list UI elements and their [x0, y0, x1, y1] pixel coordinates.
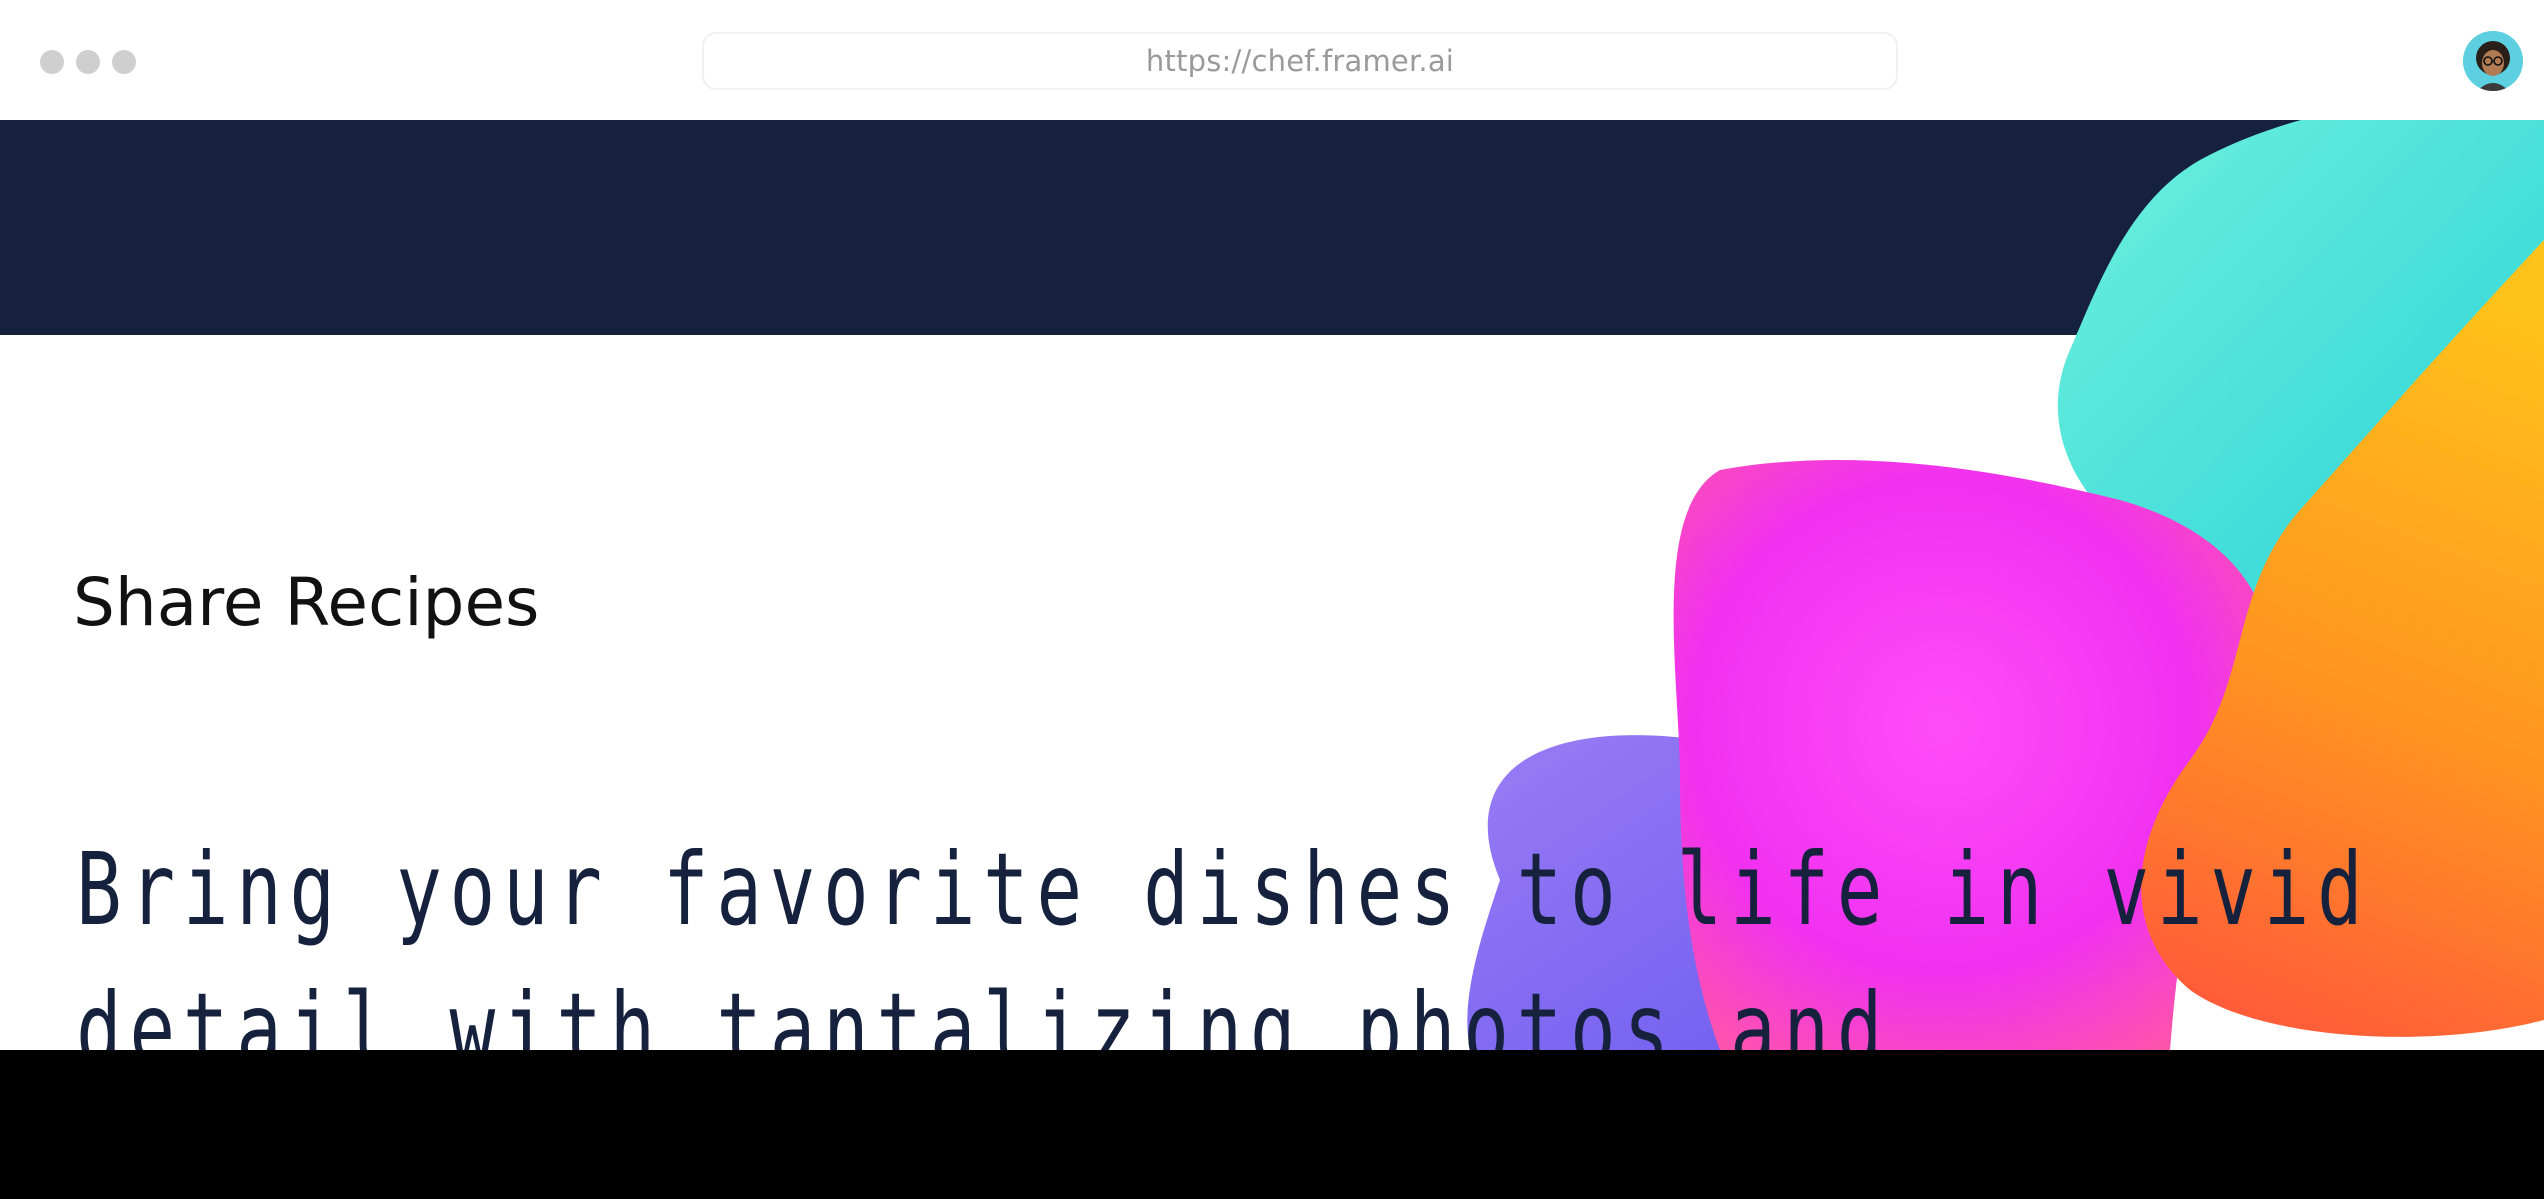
user-avatar-icon[interactable] [2463, 31, 2523, 91]
headline-line: Bring your favorite dishes to life in vi… [76, 831, 2371, 948]
hero-headline: Bring your favorite dishes to life in vi… [76, 820, 2371, 1050]
landing-page: Share Recipes Bring your favorite dishes… [0, 120, 2544, 1050]
browser-chrome: https://chef.framer.ai [0, 0, 2544, 120]
headline-line: detail with tantalizing photos and [76, 971, 1891, 1050]
address-bar[interactable]: https://chef.framer.ai [702, 32, 1898, 90]
screen: https://chef.framer.ai Share Recipes Bri… [0, 0, 2544, 1199]
section-label: Share Recipes [73, 564, 540, 641]
window-close-dot[interactable] [40, 50, 64, 74]
window-maximize-dot[interactable] [112, 50, 136, 74]
url-text: https://chef.framer.ai [1145, 44, 1455, 78]
window-minimize-dot[interactable] [76, 50, 100, 74]
letterbox-bar [0, 1050, 2544, 1199]
